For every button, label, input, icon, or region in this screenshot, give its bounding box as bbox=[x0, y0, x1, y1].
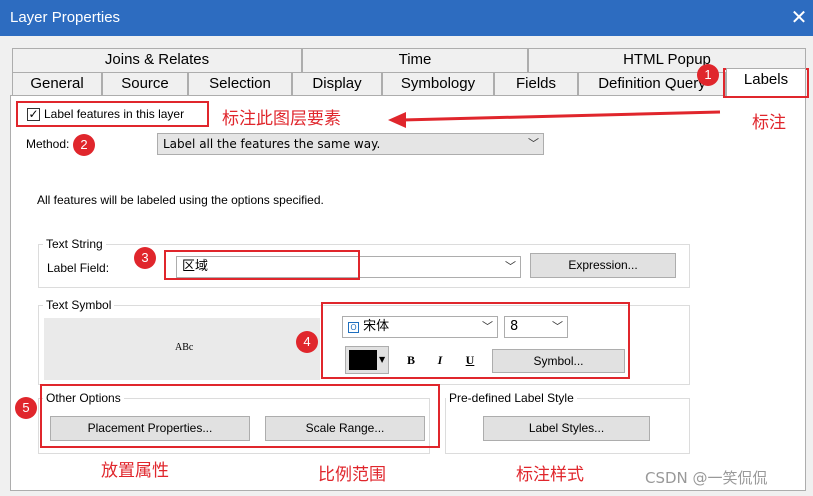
tab-symbology[interactable]: Symbology bbox=[382, 72, 494, 96]
text-string-title: Text String bbox=[43, 237, 106, 251]
badge-4: 4 bbox=[296, 331, 318, 353]
tab-labels[interactable]: Labels bbox=[726, 68, 806, 96]
window-title: Layer Properties bbox=[10, 9, 121, 26]
annotation-arrow bbox=[388, 110, 721, 128]
label-field-label: Label Field: bbox=[47, 261, 110, 275]
tab-general[interactable]: General bbox=[12, 72, 102, 96]
annotation-placement: 放置属性 bbox=[101, 461, 169, 481]
annotation-scale: 比例范围 bbox=[318, 465, 386, 485]
annotation-style: 标注样式 bbox=[516, 465, 584, 485]
badge-1: 1 bbox=[697, 64, 719, 86]
text-symbol-title: Text Symbol bbox=[43, 298, 115, 312]
tab-selection[interactable]: Selection bbox=[188, 72, 292, 96]
info-text: All features will be labeled using the o… bbox=[37, 193, 324, 207]
chevron-down-icon: ﹀ bbox=[528, 137, 539, 150]
label-styles-button[interactable]: Label Styles... bbox=[483, 416, 650, 441]
symbol-preview: ABc bbox=[44, 318, 320, 380]
tab-source[interactable]: Source bbox=[102, 72, 188, 96]
highlight-box-text-symbol bbox=[321, 302, 630, 379]
tab-time[interactable]: Time bbox=[302, 48, 528, 72]
tab-fields[interactable]: Fields bbox=[494, 72, 578, 96]
highlight-box-other-options bbox=[40, 384, 440, 448]
predefined-style-title: Pre-defined Label Style bbox=[446, 391, 577, 405]
tab-joins-relates[interactable]: Joins & Relates bbox=[12, 48, 302, 72]
close-icon[interactable]: ✕ bbox=[788, 5, 810, 29]
badge-2: 2 bbox=[73, 134, 95, 156]
symbol-preview-text: ABc bbox=[175, 342, 194, 353]
chevron-down-icon: ﹀ bbox=[505, 260, 516, 273]
badge-3: 3 bbox=[134, 247, 156, 269]
annotation-labels-tab: 标注 bbox=[752, 113, 786, 133]
watermark: CSDN @一笑侃侃 bbox=[645, 469, 768, 487]
expression-button[interactable]: Expression... bbox=[530, 253, 676, 278]
highlight-box-checkbox bbox=[16, 101, 209, 127]
badge-5: 5 bbox=[15, 397, 37, 419]
tab-display[interactable]: Display bbox=[292, 72, 382, 96]
method-value: Label all the features the same way. bbox=[163, 137, 381, 151]
method-dropdown[interactable]: Label all the features the same way. ﹀ bbox=[157, 133, 544, 155]
title-bar: Layer Properties ✕ bbox=[0, 0, 813, 36]
highlight-box-label-field bbox=[164, 250, 360, 280]
method-label: Method: bbox=[26, 137, 70, 151]
annotation-label-layer: 标注此图层要素 bbox=[222, 109, 341, 129]
